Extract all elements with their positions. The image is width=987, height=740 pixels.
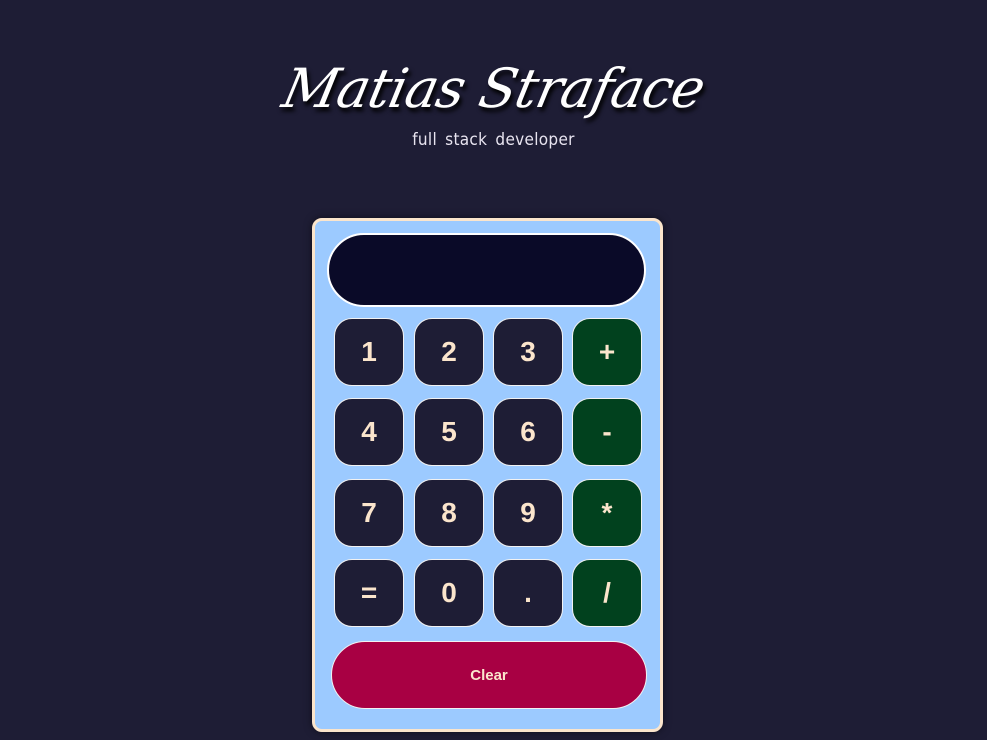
equals-button[interactable]: = xyxy=(334,559,404,627)
multiply-button[interactable]: * xyxy=(572,479,642,547)
key-2[interactable]: 2 xyxy=(414,318,484,386)
site-header: Matias Straface full stack developer xyxy=(0,52,987,150)
subtract-button[interactable]: - xyxy=(572,398,642,466)
key-3[interactable]: 3 xyxy=(493,318,563,386)
key-8[interactable]: 8 xyxy=(414,479,484,547)
key-5[interactable]: 5 xyxy=(414,398,484,466)
key-7[interactable]: 7 xyxy=(334,479,404,547)
calculator-display xyxy=(327,233,646,307)
decimal-button[interactable]: . xyxy=(493,559,563,627)
key-0[interactable]: 0 xyxy=(414,559,484,627)
clear-button[interactable]: Clear xyxy=(331,641,647,709)
logo-signature: Matias Straface xyxy=(277,57,711,120)
key-1[interactable]: 1 xyxy=(334,318,404,386)
key-4[interactable]: 4 xyxy=(334,398,404,466)
tagline: full stack developer xyxy=(412,130,575,150)
key-9[interactable]: 9 xyxy=(493,479,563,547)
add-button[interactable]: + xyxy=(572,318,642,386)
calculator: 1 2 3 + 4 5 6 - 7 8 9 * = 0 . / Clear xyxy=(312,218,663,732)
key-6[interactable]: 6 xyxy=(493,398,563,466)
divide-button[interactable]: / xyxy=(572,559,642,627)
